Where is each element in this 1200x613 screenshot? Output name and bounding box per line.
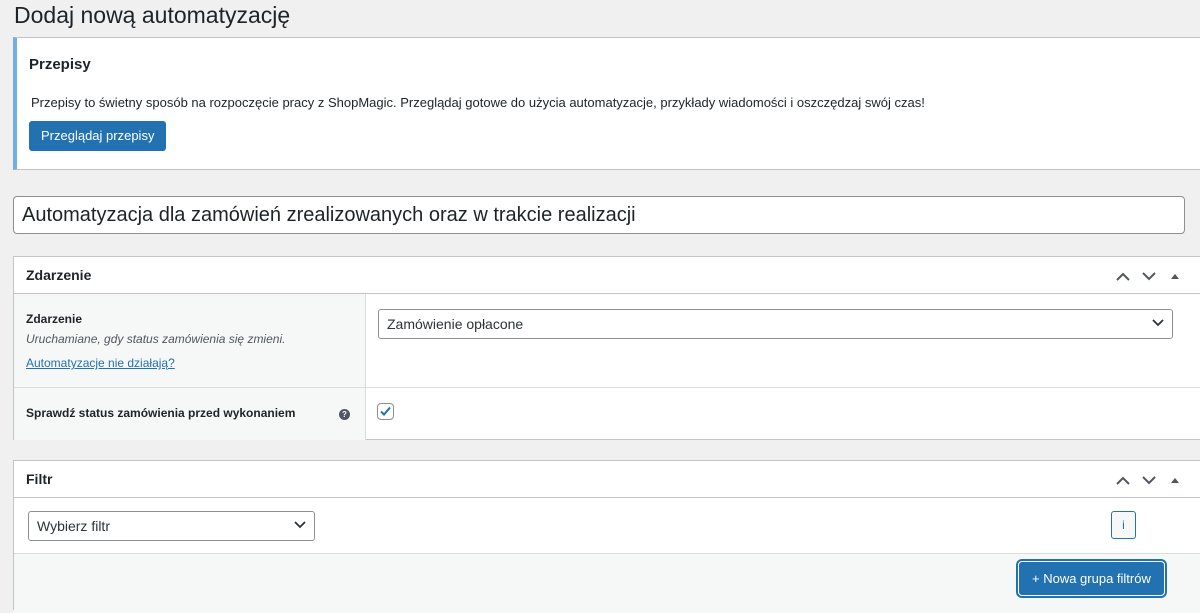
checkmark-icon (380, 406, 391, 416)
event-select[interactable]: Zamówienie opłacone (378, 309, 1173, 339)
triangle-up-icon[interactable] (1164, 469, 1186, 491)
help-icon[interactable]: ? (339, 409, 350, 420)
filter-postbox-title: Filtr (26, 471, 53, 487)
chevron-down-icon[interactable] (1138, 265, 1160, 287)
event-row: Zdarzenie Uruchamiane, gdy status zamówi… (14, 294, 1200, 388)
filter-postbox-header: Filtr (14, 461, 1200, 498)
event-select-value: Zamówienie opłacone (387, 316, 524, 332)
chevron-up-icon[interactable] (1112, 469, 1134, 491)
check-status-row: Sprawdź status zamówienia przed wykonani… (14, 388, 1200, 440)
notice-text: Przepisy to świetny sposób na rozpoczęci… (31, 95, 925, 110)
check-status-checkbox[interactable] (377, 403, 394, 420)
add-filter-group-button[interactable]: + Nowa grupa filtrów (1019, 562, 1164, 595)
filter-select[interactable]: Wybierz filtr (28, 511, 315, 541)
notice-title: Przepisy (29, 56, 91, 73)
filter-select-value: Wybierz filtr (37, 518, 110, 534)
triangle-up-icon[interactable] (1164, 265, 1186, 287)
check-status-label: Sprawdź status zamówienia przed wykonani… (26, 406, 296, 420)
event-postbox-title: Zdarzenie (26, 267, 92, 283)
info-button[interactable]: i (1111, 511, 1136, 539)
automation-title-input[interactable]: Automatyzacja dla zamówień zrealizowanyc… (13, 196, 1185, 234)
event-postbox-controls (1112, 265, 1186, 287)
event-row-label-cell: Zdarzenie Uruchamiane, gdy status zamówi… (14, 294, 366, 387)
filter-postbox-controls (1112, 469, 1186, 491)
browse-recipes-button[interactable]: Przeglądaj przepisy (29, 121, 167, 151)
recipes-notice: Przepisy Przepisy to świetny sposób na r… (13, 37, 1200, 170)
check-status-label-cell: Sprawdź status zamówienia przed wykonani… (14, 388, 366, 440)
filter-footer: + Nowa grupa filtrów (14, 553, 1200, 613)
event-postbox-header: Zdarzenie (14, 257, 1200, 294)
chevron-down-icon (1152, 319, 1164, 327)
automations-not-working-link[interactable]: Automatyzacje nie działają? (26, 356, 175, 370)
event-label: Zdarzenie (26, 312, 83, 326)
event-description: Uruchamiane, gdy status zamówienia się z… (26, 332, 286, 346)
chevron-up-icon[interactable] (1112, 265, 1134, 287)
page-title: Dodaj nową automatyzację (14, 2, 291, 28)
chevron-down-icon[interactable] (1138, 469, 1160, 491)
filter-postbox: Filtr Wybierz filtr i + Nowa grupa filtr… (13, 460, 1200, 613)
chevron-down-icon (294, 521, 306, 529)
event-postbox: Zdarzenie Zdarzenie Uruchamiane, gdy sta… (13, 256, 1200, 440)
